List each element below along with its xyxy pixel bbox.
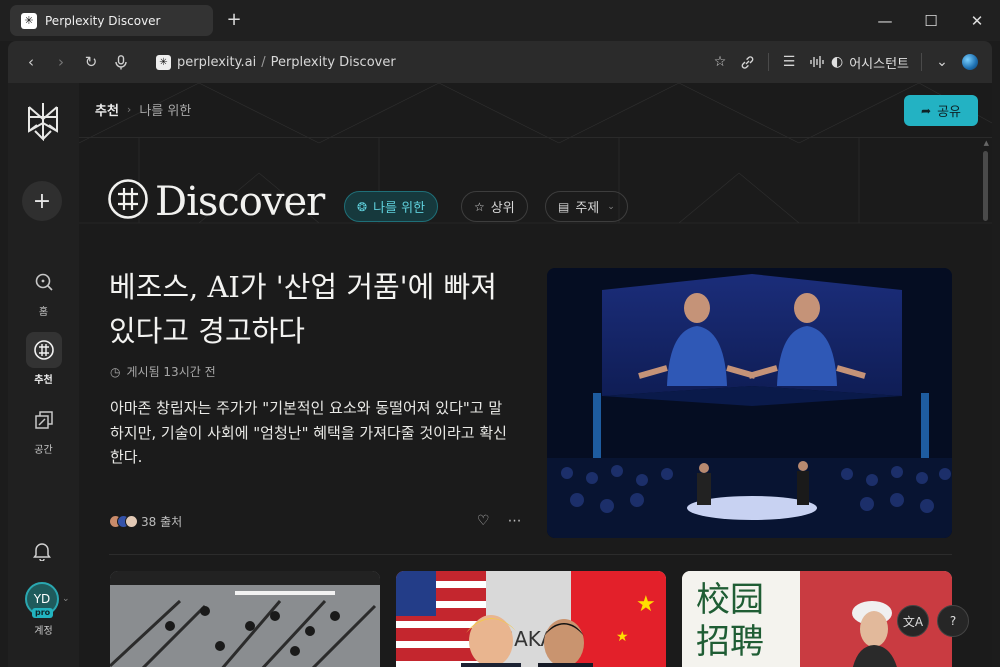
share-icon: ➦ — [921, 103, 932, 118]
svg-text:★: ★ — [616, 629, 629, 645]
chevron-down-icon[interactable]: ⌄ — [928, 48, 956, 76]
chevron-right-icon: › — [126, 103, 132, 116]
more-options-icon[interactable]: ⋯ — [508, 513, 522, 529]
filter-topics[interactable]: ▤ 주제 ⌄ — [545, 191, 628, 222]
new-tab-button[interactable]: + — [224, 9, 244, 31]
back-icon[interactable]: ‹ — [16, 47, 46, 77]
scrollbar-thumb[interactable] — [983, 151, 988, 221]
sign-text-line1: 校园 — [696, 580, 764, 620]
sources-count: 38 출처 — [141, 515, 183, 529]
sidebar-item-label: 공간 — [34, 445, 53, 456]
url-domain: perplexity.ai — [177, 54, 257, 70]
source-favicon — [125, 515, 138, 528]
sources-button[interactable]: 38 출처 — [109, 513, 182, 530]
assistant-label: 어시스턴트 — [849, 56, 909, 72]
section-divider — [109, 554, 952, 555]
notification-bell-icon[interactable] — [30, 541, 54, 565]
microphone-icon[interactable] — [106, 47, 136, 77]
minimize-icon[interactable]: — — [862, 0, 908, 41]
sidebar-item-home[interactable]: 홈 — [8, 264, 79, 318]
chevron-down-icon[interactable]: ⌄ — [62, 594, 70, 604]
help-icon[interactable]: ? — [937, 605, 969, 637]
aperture-icon: ❂ — [357, 199, 368, 214]
perplexity-logo[interactable] — [25, 101, 61, 141]
share-label: 공유 — [937, 105, 961, 120]
search-icon — [26, 264, 62, 300]
article-actions: ♡ ⋯ — [459, 513, 522, 529]
published-time: 게시됨 13시간 전 — [126, 365, 216, 379]
pill-label: 주제 — [575, 201, 600, 216]
breadcrumb-current: 나를 위한 — [139, 104, 192, 119]
sidebar-item-label: 홈 — [38, 307, 49, 318]
browser-tab[interactable]: ✳ Perplexity Discover — [10, 5, 213, 36]
share-button[interactable]: ➦ 공유 — [904, 95, 978, 126]
filter-for-you[interactable]: ❂ 나를 위한 — [344, 191, 439, 222]
article-meta: ◷ 게시됨 13시간 전 — [110, 363, 216, 380]
scroll-up-arrow[interactable]: ▲ — [984, 139, 989, 147]
app-sidebar: + 홈 추천 공간 YD pro ⌄ 계정 — [8, 83, 79, 667]
reader-icon[interactable]: ☰ — [775, 48, 803, 76]
url-field[interactable]: ✳ perplexity.ai / Perplexity Discover — [156, 54, 396, 70]
breadcrumb: 추천 › 나를 위한 — [95, 100, 191, 119]
sidebar-item-spaces[interactable]: 공간 — [8, 402, 79, 456]
heart-icon[interactable]: ♡ — [477, 513, 490, 529]
url-page: Perplexity Discover — [270, 54, 396, 70]
filter-top[interactable]: ☆ 상위 — [461, 191, 528, 222]
source-favicons — [109, 515, 138, 528]
discover-icon — [25, 332, 62, 368]
audio-wave-icon[interactable] — [803, 48, 831, 76]
browser-tab-bar: ✳ Perplexity Discover + — ☐ ✕ — [0, 0, 1000, 41]
translate-icon[interactable]: 文A — [897, 605, 929, 637]
forward-icon[interactable]: › — [46, 47, 76, 77]
tab-title: Perplexity Discover — [45, 13, 161, 28]
url-separator: / — [261, 54, 266, 70]
breadcrumb-root[interactable]: 추천 — [95, 100, 119, 119]
perplexity-favicon: ✳ — [21, 12, 37, 29]
maximize-icon[interactable]: ☐ — [908, 0, 954, 41]
topics-icon: ▤ — [558, 199, 570, 214]
sign-text-line2: 招聘 — [696, 622, 764, 662]
article-hero-image[interactable] — [547, 268, 952, 538]
new-thread-button[interactable]: + — [22, 181, 62, 221]
main-content: 추천 › 나를 위한 ➦ 공유 ▲ Discover ❂ 나를 위한 ☆ 상위 … — [79, 83, 992, 667]
sidebar-item-label: 추천 — [34, 375, 53, 386]
site-favicon: ✳ — [156, 54, 171, 70]
svg-text:★: ★ — [636, 592, 656, 617]
header-divider — [79, 137, 992, 138]
sidebar-item-discover[interactable]: 추천 — [8, 332, 79, 386]
browser-toolbar: ☆ ☰ ◐ 어시스턴트 ⌄ — [706, 41, 992, 83]
close-icon[interactable]: ✕ — [954, 0, 1000, 41]
toolbar-divider — [767, 53, 769, 71]
article-summary: 아마존 창립자는 주가가 "기본적인 요소와 동떨어져 있다"고 말하지만, 기… — [110, 399, 507, 466]
link-icon[interactable] — [734, 48, 762, 76]
reload-icon[interactable]: ↻ — [76, 47, 106, 77]
discover-title: Discover — [155, 179, 325, 225]
spaces-icon — [26, 402, 62, 438]
article-thumbnail[interactable]: ★ ★ SAKA — [396, 571, 666, 667]
pro-badge: pro — [32, 608, 54, 618]
profile-globe-icon[interactable] — [962, 54, 978, 70]
assistant-icon: ◐ — [830, 54, 844, 70]
toolbar-divider — [921, 53, 922, 71]
star-icon: ☆ — [474, 199, 485, 214]
chevron-down-icon: ⌄ — [607, 201, 615, 212]
assistant-button[interactable]: ◐ 어시스턴트 — [831, 53, 909, 72]
discover-logo-icon — [108, 179, 148, 219]
article-headline[interactable]: 베조스, AI가 '산업 거품'에 빠져 있다고 경고하다 — [109, 265, 519, 353]
star-icon[interactable]: ☆ — [706, 48, 734, 76]
address-bar: ‹ › ↻ ✳ perplexity.ai / Perplexity Disco… — [8, 41, 992, 83]
pill-label: 나를 위한 — [373, 201, 426, 216]
account-label: 계정 — [34, 626, 53, 637]
pill-label: 상위 — [490, 201, 515, 216]
article-thumbnail[interactable] — [110, 571, 380, 667]
clock-icon: ◷ — [110, 364, 121, 379]
